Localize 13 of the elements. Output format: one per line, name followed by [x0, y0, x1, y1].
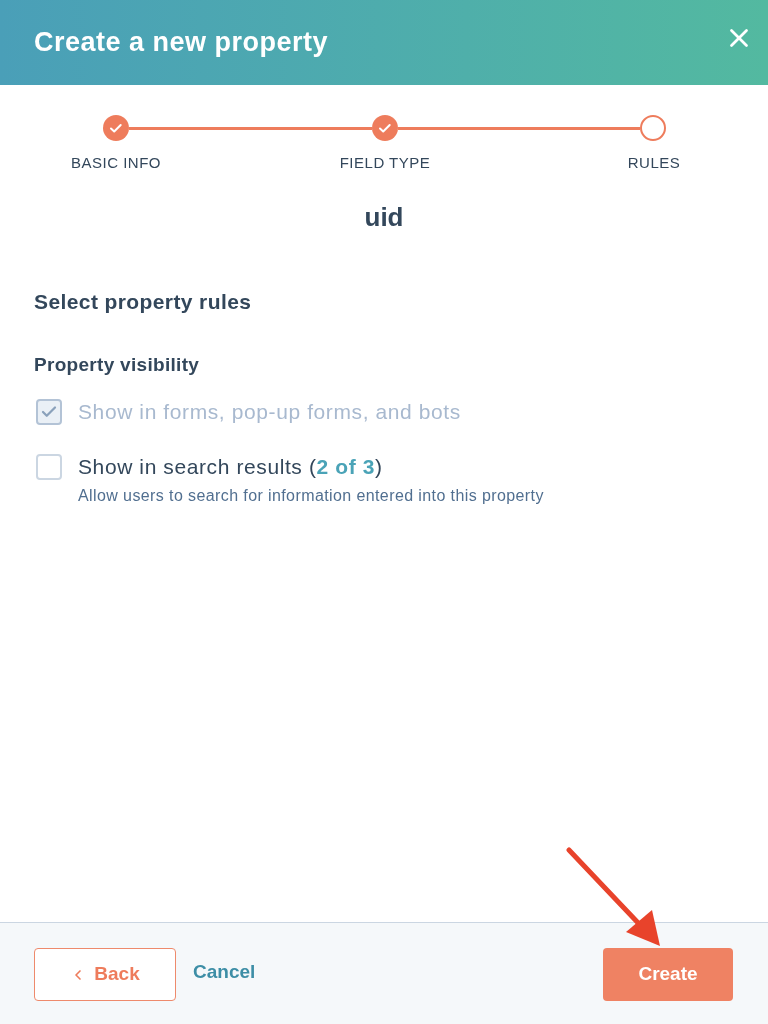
- checkbox-description: Allow users to search for information entered into this property: [78, 485, 544, 506]
- create-button[interactable]: Create: [603, 948, 733, 1001]
- step-label: RULES: [626, 153, 682, 173]
- back-button[interactable]: Back: [34, 948, 176, 1001]
- step-label: FIELD TYPE: [338, 153, 432, 173]
- checkbox-label[interactable]: Show in search results (2 of 3): [78, 453, 544, 480]
- section-title: Select property rules: [34, 288, 253, 315]
- checkbox[interactable]: [36, 453, 62, 480]
- visibility-heading: Property visibility: [34, 353, 201, 377]
- modal-title: Create a new property: [34, 26, 329, 60]
- step-label: BASIC INFO: [70, 153, 162, 173]
- property-name: uid: [364, 200, 404, 234]
- cancel-link[interactable]: Cancel: [193, 958, 256, 987]
